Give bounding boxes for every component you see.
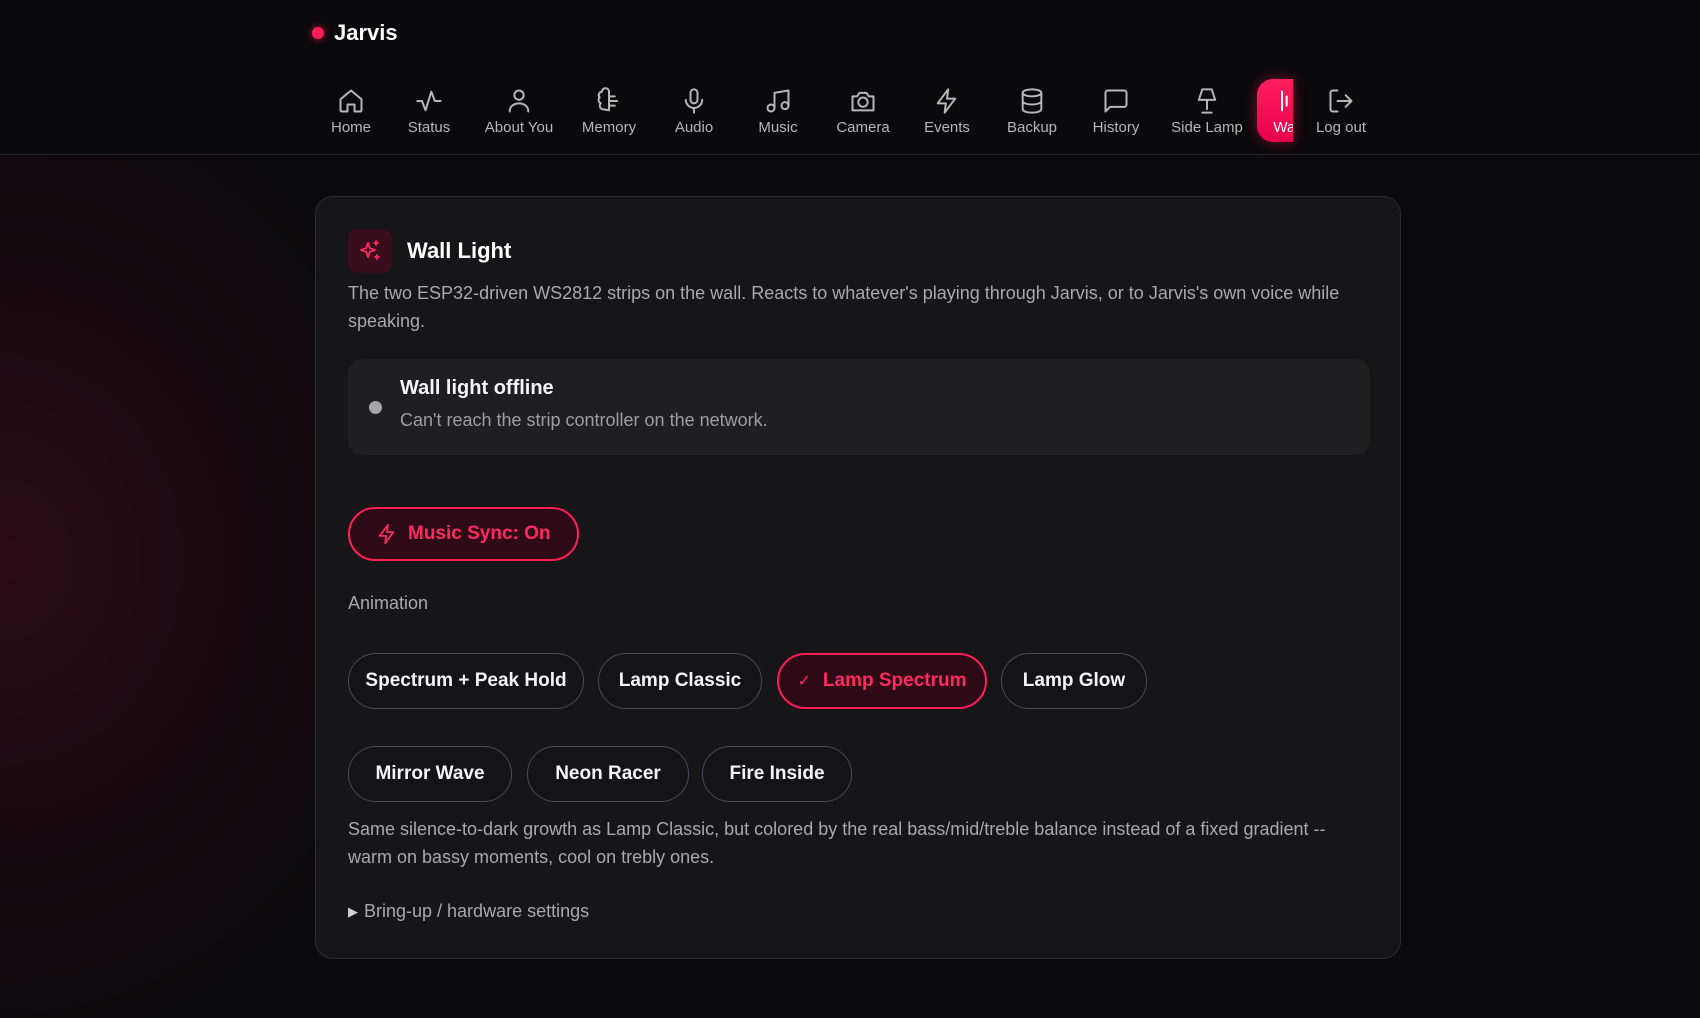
nav-item-home[interactable]: Home [317,79,385,142]
user-icon [508,89,530,113]
nav-label: Events [924,119,970,136]
option-label: Lamp Glow [1022,670,1126,691]
nav-label: Home [330,119,371,136]
nav-label: About You [484,119,554,136]
animation-option-lamp-spectrum[interactable]: ✓ Lamp Spectrum [777,653,987,709]
nav-label: Memory [581,119,637,136]
nav-item-music[interactable]: Music [735,79,821,142]
wall-light-icon [1281,90,1288,112]
connection-status: Wall light offline Can't reach the strip… [348,359,1370,455]
nav-label: Wal [1273,119,1293,136]
brand: Jarvis [312,20,398,46]
option-label: Lamp Classic [618,670,742,691]
brand-status-dot [312,27,324,39]
nav-item-history[interactable]: History [1075,79,1157,142]
main-nav: Home Status About You Memory Audio Music… [317,79,1389,142]
card-header: Wall Light [348,229,511,273]
activity-icon [416,90,442,112]
check-icon: ✓ [797,673,811,690]
camera-icon [851,91,875,112]
option-label: Neon Racer [555,763,661,784]
nav-label: Camera [836,119,890,136]
brain-icon [597,87,619,112]
music-note-icon [766,89,790,113]
animation-option-neon-racer[interactable]: Neon Racer [527,746,689,802]
lightning-icon [378,523,395,545]
card-icon-badge [348,229,392,273]
lamp-icon [1197,88,1217,114]
animation-option-lamp-classic[interactable]: Lamp Classic [598,653,762,709]
nav-label: Music [758,119,798,136]
nav-item-backup[interactable]: Backup [989,79,1075,142]
status-title: Wall light offline [400,377,554,399]
animation-option-mirror-wave[interactable]: Mirror Wave [348,746,512,802]
nav-item-about-you[interactable]: About You [473,79,565,142]
animation-option-spectrum-peak-hold[interactable]: Spectrum + Peak Hold [348,653,584,709]
option-label: Spectrum + Peak Hold [365,670,567,691]
nav-item-audio[interactable]: Audio [653,79,735,142]
nav-item-side-lamp[interactable]: Side Lamp [1157,79,1257,142]
option-label: Lamp Spectrum [822,670,967,691]
status-dot [369,401,382,414]
nav-label: History [1092,119,1140,136]
nav-item-status[interactable]: Status [385,79,473,142]
bringup-label: Bring-up / hardware settings [364,901,590,921]
nav-label: Status [407,119,451,136]
nav-label: Log out [1315,119,1367,136]
microphone-icon [684,88,704,114]
lightning-icon [936,88,957,114]
nav-label: Backup [1006,119,1058,136]
option-label: Fire Inside [729,763,825,784]
animation-label: Animation [348,593,429,613]
message-square-icon [1104,89,1128,113]
nav-label: Side Lamp [1171,119,1243,136]
wall-light-card: Wall Light The two ESP32-driven WS2812 s… [315,196,1401,959]
option-label: Mirror Wave [375,763,485,784]
nav-item-camera[interactable]: Camera [821,79,905,142]
animation-description: Same silence-to-dark growth as Lamp Clas… [348,819,1326,867]
card-title: Wall Light [407,238,512,263]
database-icon [1021,88,1043,114]
music-sync-label: Music Sync: On [408,523,551,544]
sparkles-icon [360,240,380,260]
nav-item-log-out[interactable]: Log out [1293,79,1389,142]
nav-item-events[interactable]: Events [905,79,989,142]
animation-option-fire-inside[interactable]: Fire Inside [702,746,852,802]
animation-option-lamp-glow[interactable]: Lamp Glow [1001,653,1147,709]
music-sync-toggle[interactable]: Music Sync: On [348,507,579,561]
nav-item-memory[interactable]: Memory [565,79,653,142]
home-icon [339,89,363,113]
disclosure-triangle-icon: ▶ [348,903,358,919]
top-bar: Jarvis Home Status About You Memory Audi… [0,0,1700,155]
status-subtitle: Can't reach the strip controller on the … [400,410,768,430]
nav-label: Audio [674,119,714,136]
brand-name: Jarvis [334,20,398,45]
card-description: The two ESP32-driven WS2812 strips on th… [348,283,1340,331]
bringup-settings-toggle[interactable]: ▶ Bring-up / hardware settings [348,901,589,922]
nav-item-wall-light[interactable]: Wal [1257,79,1293,142]
log-out-icon [1329,89,1353,113]
